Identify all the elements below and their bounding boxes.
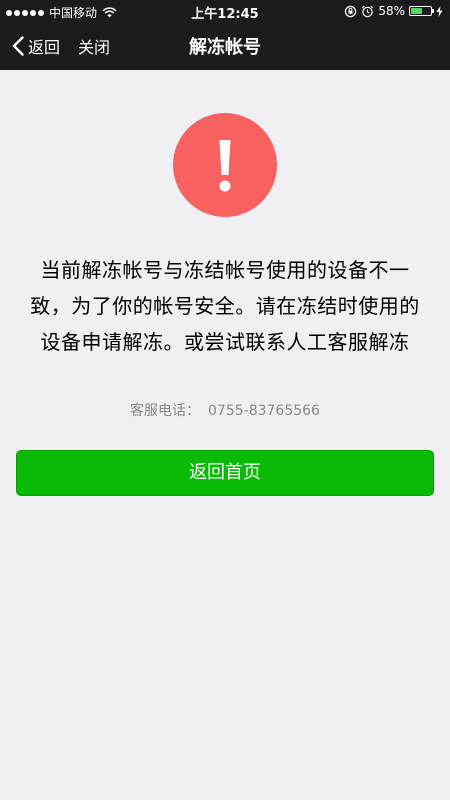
charging-bolt-icon (436, 5, 443, 17)
hotline-number[interactable]: 0755-83765566 (208, 403, 320, 419)
error-message: 当前解冻帐号与冻结帐号使用的设备不一致，为了你的帐号安全。请在冻结时使用的设备申… (30, 258, 420, 354)
battery-level (411, 8, 423, 14)
nav-bar: 返回 关闭 解冻帐号 (0, 22, 450, 70)
rotation-lock-icon (345, 5, 357, 17)
battery-percent: 58% (378, 4, 405, 18)
hotline-label: 客服电话： (130, 403, 201, 419)
return-home-button[interactable]: 返回首页 (16, 450, 434, 496)
close-button[interactable]: 关闭 (78, 34, 110, 58)
warning-icon (173, 113, 277, 217)
back-label: 返回 (28, 38, 61, 57)
alarm-icon (362, 5, 374, 17)
customer-service-hotline: 客服电话： 0755-83765566 (0, 400, 450, 420)
battery-icon (409, 6, 434, 16)
chevron-left-icon (12, 36, 24, 56)
status-bar: 中国移动 上午12:45 58% (0, 0, 450, 22)
exclamation-icon (219, 140, 231, 192)
page-title: 解冻帐号 (189, 37, 261, 58)
back-button[interactable]: 返回 (12, 34, 60, 58)
status-right: 58% (344, 4, 443, 18)
